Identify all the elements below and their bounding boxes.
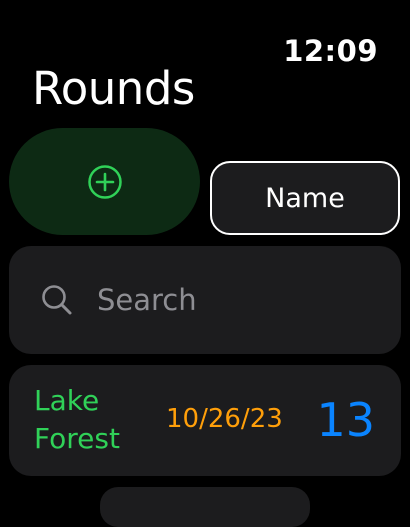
add-round-button[interactable] xyxy=(9,128,200,235)
round-date: 10/26/23 xyxy=(166,404,283,434)
sort-by-name-button[interactable]: Name xyxy=(210,161,400,235)
search-placeholder: Search xyxy=(97,283,197,317)
list-more-indicator[interactable] xyxy=(100,487,310,527)
sort-button-label: Name xyxy=(265,182,345,214)
search-input[interactable]: Search xyxy=(9,246,401,354)
magnifying-glass-icon xyxy=(40,283,74,317)
status-time: 12:09 xyxy=(283,34,378,68)
plus-circle-icon xyxy=(87,164,123,200)
round-list-item[interactable]: Lake Forest 10/26/23 13 xyxy=(9,365,401,476)
page-title: Rounds xyxy=(32,62,195,115)
round-score: 13 xyxy=(316,393,375,447)
round-course-name: Lake Forest xyxy=(34,384,120,455)
